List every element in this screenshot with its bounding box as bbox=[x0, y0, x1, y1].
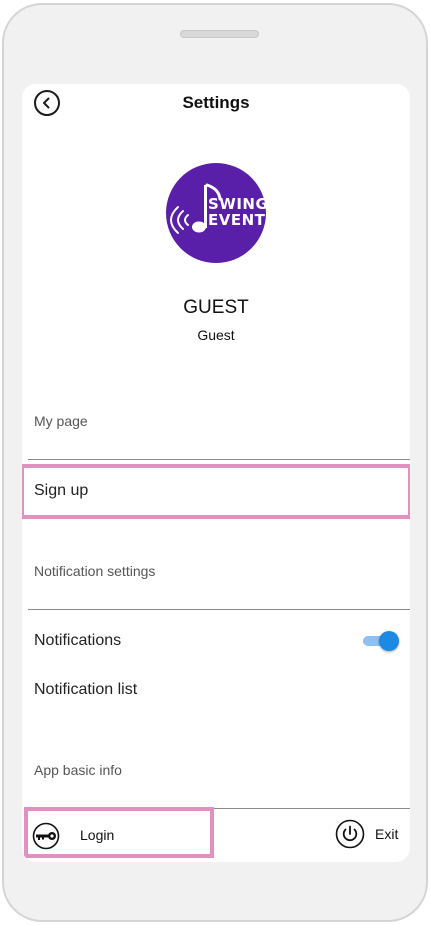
notifications-label: Notifications bbox=[34, 632, 122, 649]
exit-label: Exit bbox=[375, 826, 399, 842]
divider bbox=[28, 459, 410, 460]
key-icon bbox=[32, 822, 60, 850]
logo-line-1: SWING bbox=[208, 195, 269, 213]
notification-list-link[interactable]: Notification list bbox=[34, 681, 137, 699]
user-name: GUEST bbox=[183, 297, 249, 318]
section-title-app-basic-info: App basic info bbox=[34, 762, 122, 778]
notifications-toggle[interactable] bbox=[361, 630, 399, 652]
exit-button[interactable]: Exit bbox=[335, 819, 405, 851]
power-icon bbox=[335, 819, 365, 849]
section-title-my-page: My page bbox=[34, 413, 88, 429]
speaker-grille bbox=[180, 30, 259, 38]
page-title: Settings bbox=[182, 93, 250, 112]
app-logo: SWING EVENT bbox=[166, 163, 268, 263]
section-title-notification-settings: Notification settings bbox=[34, 563, 156, 579]
app-screen: Settings SWING EVENT GUEST Guest My page… bbox=[22, 84, 410, 862]
login-label: Login bbox=[80, 827, 115, 843]
user-role: Guest bbox=[197, 327, 235, 343]
sign-up-link[interactable]: Sign up bbox=[34, 482, 88, 500]
login-button[interactable]: Login bbox=[32, 821, 182, 851]
logo-text: SWING EVENT bbox=[208, 196, 268, 228]
logo-line-2: EVENT bbox=[208, 211, 266, 229]
divider bbox=[28, 609, 410, 610]
toggle-knob bbox=[379, 631, 399, 651]
